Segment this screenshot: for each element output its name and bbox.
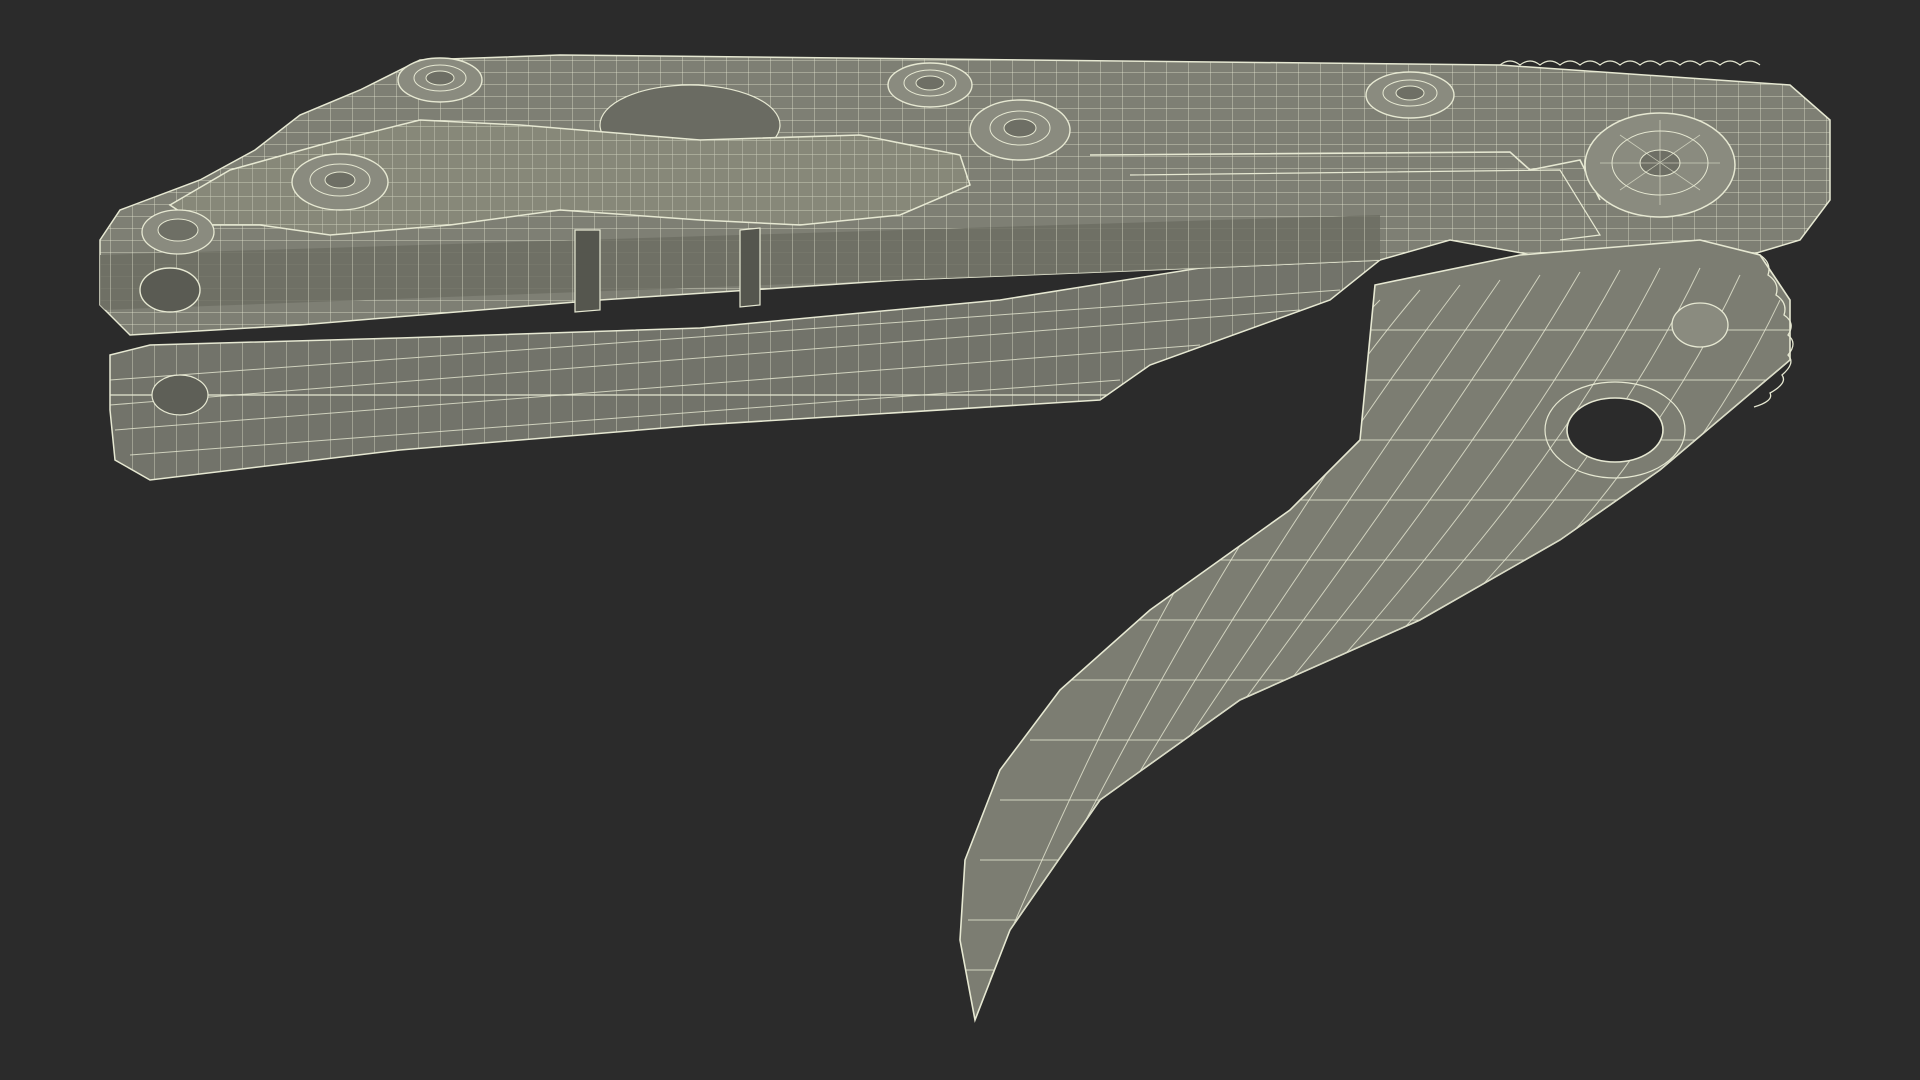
- handle-slot-2: [739, 227, 761, 308]
- thumb-stud: [1671, 302, 1729, 348]
- render-viewport: [0, 0, 1920, 1080]
- butt-screw: [141, 209, 215, 255]
- lower-lanyard-hole: [151, 374, 209, 416]
- spine-jimping: [1499, 60, 1761, 66]
- lanyard-hole: [139, 267, 201, 313]
- handle-slot-1: [574, 229, 601, 313]
- thumb-hole: [1566, 397, 1664, 463]
- screw-3: [969, 99, 1071, 161]
- screw-1: [397, 57, 483, 103]
- knife-wireframe-render: [99, 54, 1831, 1023]
- screw-2: [887, 62, 973, 108]
- clip-screw: [291, 153, 389, 211]
- pivot-screw: [1584, 112, 1736, 218]
- screw-4: [1365, 71, 1455, 119]
